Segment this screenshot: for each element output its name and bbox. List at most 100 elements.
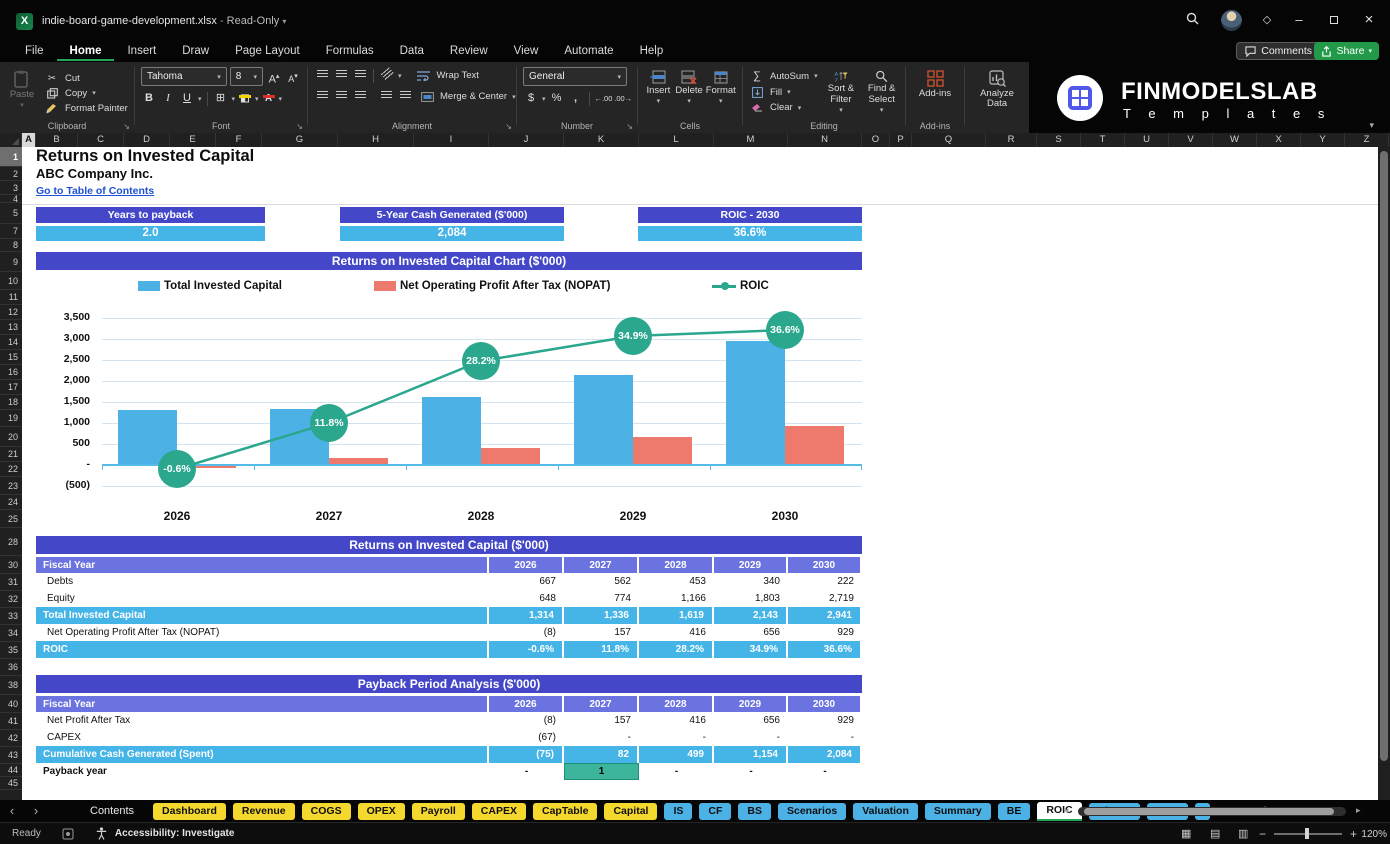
row-header-38[interactable]: 38 [0, 676, 22, 695]
table-of-contents-link[interactable]: Go to Table of Contents [36, 185, 154, 197]
row-header-10[interactable]: 10 [0, 272, 22, 290]
row-header-35[interactable]: 35 [0, 642, 22, 659]
table-cell[interactable]: 648 [489, 590, 564, 607]
table-cell[interactable]: 28.2% [639, 641, 714, 658]
clipboard-dialog-launcher[interactable]: ↘ [123, 122, 130, 131]
column-header-F[interactable]: F [216, 133, 262, 147]
row-header-43[interactable]: 43 [0, 747, 22, 764]
insert-cells-button[interactable]: Insert ▾ [644, 67, 673, 115]
table-cell[interactable]: 656 [714, 624, 788, 641]
comments-button[interactable]: Comments [1236, 42, 1321, 60]
comma-style-button[interactable]: , [568, 90, 584, 107]
column-header-T[interactable]: T [1081, 133, 1125, 147]
table-cell[interactable]: - [564, 729, 639, 746]
column-header-B[interactable]: B [36, 133, 78, 147]
sheet-tab-be[interactable]: BE [997, 802, 1031, 820]
table-row-label[interactable]: Payback year [36, 763, 489, 780]
table-cell[interactable]: (67) [489, 729, 564, 746]
sheet-tab-roic[interactable]: ROIC [1037, 801, 1082, 821]
column-header-Q[interactable]: Q [912, 133, 986, 147]
increase-decimal-button[interactable]: ←.00 [594, 90, 612, 107]
fill-color-button[interactable]: ◧ [238, 93, 252, 104]
excel-app-icon[interactable]: X [16, 13, 33, 30]
diamond-feature-icon[interactable]: ◇ [1258, 12, 1276, 30]
sort-filter-button[interactable]: AZ Sort & Filter ▾ [824, 67, 859, 115]
table-cell[interactable]: 1,166 [639, 590, 714, 607]
row-header-1[interactable]: 1 [0, 147, 22, 167]
table-header-cell[interactable]: 2026 [489, 557, 564, 573]
roic-data-point[interactable]: -0.6% [158, 450, 196, 488]
column-header-Z[interactable]: Z [1345, 133, 1389, 147]
table-cell[interactable]: -0.6% [489, 641, 564, 658]
table-cell[interactable]: (8) [489, 624, 564, 641]
table-row-label[interactable]: ROIC [36, 641, 489, 658]
table-cell[interactable]: - [788, 729, 862, 746]
row-header-34[interactable]: 34 [0, 625, 22, 642]
table-cell[interactable]: - [639, 729, 714, 746]
column-header-X[interactable]: X [1257, 133, 1301, 147]
table-header-cell[interactable]: Fiscal Year [36, 696, 489, 712]
table-cell[interactable]: - [714, 763, 788, 780]
align-left-button[interactable] [314, 88, 330, 105]
percent-style-button[interactable]: % [549, 90, 565, 107]
row-header-8[interactable]: 8 [0, 239, 22, 252]
table-row-label[interactable]: Total Invested Capital [36, 607, 489, 624]
table-cell[interactable]: 157 [564, 712, 639, 729]
table-cell[interactable]: (75) [489, 746, 564, 763]
sheet-tab-payroll[interactable]: Payroll [411, 802, 465, 820]
column-header-V[interactable]: V [1169, 133, 1213, 147]
sheet-tab-contents[interactable]: Contents [78, 803, 146, 820]
row-header-4[interactable]: 4 [0, 195, 22, 204]
align-bottom-button[interactable] [352, 67, 368, 84]
sheet-tab-capex[interactable]: CAPEX [471, 802, 526, 820]
orientation-button[interactable] [379, 67, 395, 84]
align-top-button[interactable] [314, 67, 330, 84]
column-header-P[interactable]: P [890, 133, 912, 147]
font-size-select[interactable]: 8 ▾ [229, 67, 263, 86]
row-header-15[interactable]: 15 [0, 350, 22, 365]
row-header-22[interactable]: 22 [0, 462, 22, 477]
table-cell[interactable]: 1 [564, 763, 639, 780]
decrease-decimal-button[interactable]: .00→ [614, 90, 632, 107]
table-row-label[interactable]: Net Profit After Tax [36, 712, 489, 729]
row-header-40[interactable]: 40 [0, 695, 22, 713]
table-header-cell[interactable]: 2029 [714, 696, 788, 712]
column-header-I[interactable]: I [414, 133, 489, 147]
table-cell[interactable]: (8) [489, 712, 564, 729]
menu-help[interactable]: Help [627, 42, 677, 61]
column-header-E[interactable]: E [170, 133, 216, 147]
table-cell[interactable]: 774 [564, 590, 639, 607]
column-header-M[interactable]: M [714, 133, 788, 147]
user-avatar[interactable] [1221, 10, 1242, 31]
row-header-20[interactable]: 20 [0, 427, 22, 447]
worksheet[interactable]: Returns on Invested Capital ABC Company … [22, 147, 1378, 800]
horizontal-scrollbar[interactable] [1078, 807, 1346, 816]
sheet-tab-is[interactable]: IS [664, 802, 693, 820]
row-header-24[interactable]: 24 [0, 495, 22, 510]
table-cell[interactable]: 340 [714, 573, 788, 590]
vertical-scrollbar[interactable] [1378, 147, 1390, 800]
row-header-12[interactable]: 12 [0, 305, 22, 320]
underline-button[interactable]: U [179, 90, 195, 107]
column-header-Y[interactable]: Y [1301, 133, 1345, 147]
sheet-tab-cf[interactable]: CF [699, 802, 732, 820]
accounting-format-button[interactable]: $ [523, 90, 539, 107]
table-header-cell[interactable]: 2030 [788, 557, 862, 573]
row-header-5[interactable]: 5 [0, 203, 22, 224]
menu-insert[interactable]: Insert [114, 42, 169, 61]
sheet-tab-capital[interactable]: Capital [604, 802, 658, 820]
table-cell[interactable]: 416 [639, 624, 714, 641]
table-cell[interactable]: 2,084 [788, 746, 862, 763]
menu-data[interactable]: Data [387, 42, 437, 61]
row-header-32[interactable]: 32 [0, 591, 22, 608]
tabs-scroll-left-chevron[interactable]: ‹ [0, 801, 24, 821]
table-cell[interactable]: 416 [639, 712, 714, 729]
number-dialog-launcher[interactable]: ↘ [626, 122, 633, 131]
column-header-N[interactable]: N [788, 133, 862, 147]
macro-record-icon[interactable] [61, 828, 75, 840]
menu-home[interactable]: Home [56, 42, 115, 61]
roic-data-point[interactable]: 28.2% [462, 342, 500, 380]
decrease-font-size-button[interactable]: A▾ [285, 68, 301, 85]
increase-font-size-button[interactable]: A▴ [266, 68, 282, 86]
font-color-button[interactable]: A [262, 93, 276, 104]
